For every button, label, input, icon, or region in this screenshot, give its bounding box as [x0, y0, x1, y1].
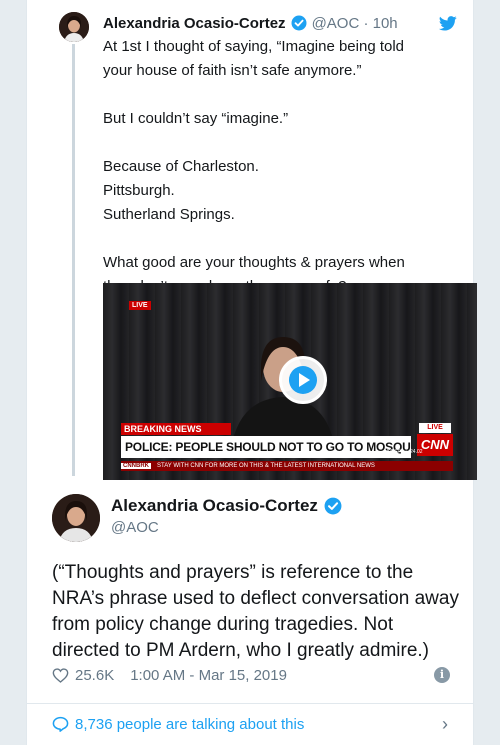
quoted-line: But I couldn’t say “imagine.” [103, 110, 289, 127]
heart-icon[interactable] [52, 667, 69, 683]
video-player[interactable]: LIVE BREAKING NEWS POLICE: PEOPLE SHOULD… [103, 283, 477, 480]
author-avatar[interactable] [52, 494, 100, 542]
network-live-label: LIVE [419, 423, 451, 433]
news-ticker: CNNBRK STAY WITH CNN FOR MORE ON THIS & T… [121, 461, 453, 471]
quoted-tweet[interactable]: Alexandria Ocasio-Cortez @AOC · 10h At 1… [103, 12, 459, 299]
breaking-news-banner: BREAKING NEWS [121, 423, 231, 435]
info-icon[interactable]: i [434, 667, 450, 683]
quoted-line: At 1st I thought of saying, “Imagine bei… [103, 38, 405, 55]
ticker-brand: CNNBRK [121, 463, 151, 469]
quoted-line [103, 83, 459, 107]
quoted-handle-time: @AOC · 10h [311, 14, 398, 32]
chevron-right-icon: › [442, 714, 448, 734]
video-live-badge: LIVE [129, 301, 151, 310]
market-ticker: KOSPI ▲ 24.02 [387, 449, 423, 455]
twitter-bird-icon[interactable] [439, 16, 457, 31]
like-count[interactable]: 25.6K [75, 667, 114, 684]
quoted-tweet-header: Alexandria Ocasio-Cortez @AOC · 10h [103, 12, 459, 34]
quoted-line: your house of faith isn’t safe anymore.” [103, 62, 362, 79]
quoted-line [103, 227, 459, 251]
thread-connector-line [72, 44, 75, 476]
tweet-card: Alexandria Ocasio-Cortez @AOC · 10h At 1… [26, 0, 477, 745]
tweet-meta: 25.6K 1:00 AM - Mar 15, 2019 i [52, 664, 450, 686]
speech-bubble-icon [52, 716, 69, 732]
quoted-line: What good are your thoughts & prayers wh… [103, 254, 405, 271]
divider [27, 703, 473, 704]
quoted-line: Sutherland Springs. [103, 206, 235, 223]
main-tweet-header: Alexandria Ocasio-Cortez @AOC [111, 496, 451, 536]
quoted-tweet-text: At 1st I thought of saying, “Imagine bei… [103, 35, 459, 299]
author-name[interactable]: Alexandria Ocasio-Cortez [111, 496, 318, 516]
author-handle[interactable]: @AOC [111, 519, 451, 536]
verified-badge-icon [291, 15, 307, 31]
talking-count-text: 8,736 people are talking about this [75, 715, 305, 733]
verified-badge-icon [324, 497, 342, 515]
quoted-line [103, 131, 459, 155]
quoted-line: Pittsburgh. [103, 182, 175, 199]
conversation-link[interactable]: 8,736 people are talking about this › [52, 712, 452, 736]
tweet-timestamp[interactable]: 1:00 AM - Mar 15, 2019 [130, 667, 287, 684]
quoted-line: Because of Charleston. [103, 158, 259, 175]
main-tweet-text: (“Thoughts and prayers” is reference to … [52, 562, 459, 661]
news-headline: POLICE: PEOPLE SHOULD NOT TO GO TO MOSQU… [121, 436, 411, 458]
play-icon [289, 366, 317, 394]
ticker-text: STAY WITH CNN FOR MORE ON THIS & THE LAT… [157, 463, 375, 469]
play-button[interactable] [279, 356, 327, 404]
quoted-author-avatar[interactable] [59, 12, 89, 42]
quoted-author-name[interactable]: Alexandria Ocasio-Cortez [103, 15, 286, 32]
